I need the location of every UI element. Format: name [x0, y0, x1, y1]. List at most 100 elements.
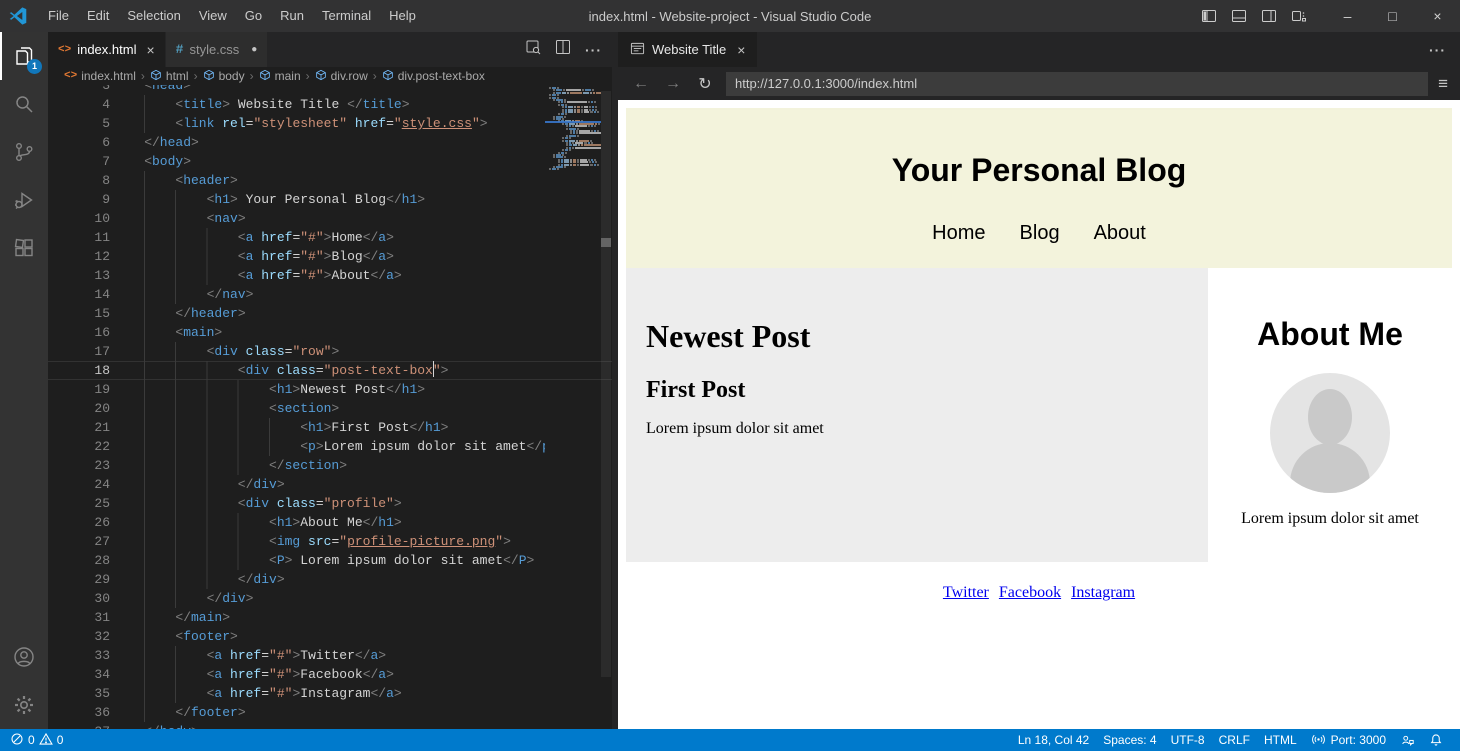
- split-editor-icon[interactable]: [555, 39, 571, 60]
- code-line[interactable]: 20<section>: [48, 399, 612, 418]
- tab-style-css[interactable]: # style.css ●: [166, 32, 269, 67]
- code-line[interactable]: 11<a href="#">Home</a>: [48, 228, 612, 247]
- tab-index-html[interactable]: <> index.html ×: [48, 32, 166, 67]
- code-line[interactable]: 14</nav>: [48, 285, 612, 304]
- feedback-icon[interactable]: [1393, 733, 1422, 747]
- code-line[interactable]: 32<footer>: [48, 627, 612, 646]
- code-line[interactable]: 22<p>Lorem ipsum dolor sit amet</p>: [48, 437, 612, 456]
- code-line[interactable]: 21<h1>First Post</h1>: [48, 418, 612, 437]
- code-line[interactable]: 4<title> Website Title </title>: [48, 95, 612, 114]
- code-line[interactable]: 24</div>: [48, 475, 612, 494]
- site-nav-link-home[interactable]: Home: [932, 222, 985, 244]
- settings-gear-icon[interactable]: [0, 681, 48, 729]
- url-input[interactable]: http://127.0.0.1:3000/index.html: [726, 72, 1428, 96]
- code-line[interactable]: 17<div class="row">: [48, 342, 612, 361]
- footer-link-facebook[interactable]: Facebook: [999, 584, 1061, 601]
- code-line[interactable]: 34<a href="#">Facebook</a>: [48, 665, 612, 684]
- menu-go[interactable]: Go: [236, 0, 271, 32]
- code-line[interactable]: 30</div>: [48, 589, 612, 608]
- code-line[interactable]: 29</div>: [48, 570, 612, 589]
- code-line[interactable]: 26<h1>About Me</h1>: [48, 513, 612, 532]
- source-control-icon[interactable]: [0, 128, 48, 176]
- code-line[interactable]: 23</section>: [48, 456, 612, 475]
- code-line[interactable]: 5<link rel="stylesheet" href="style.css"…: [48, 114, 612, 133]
- close-window-icon[interactable]: ×: [1415, 0, 1460, 32]
- menu-selection[interactable]: Selection: [118, 0, 189, 32]
- code-line[interactable]: 16<main>: [48, 323, 612, 342]
- code-line[interactable]: 19<h1>Newest Post</h1>: [48, 380, 612, 399]
- problems-status[interactable]: 0 0: [10, 732, 63, 749]
- code-line[interactable]: 3<head>: [48, 85, 612, 95]
- about-heading: About Me: [1208, 316, 1452, 353]
- code-line[interactable]: 7<body>: [48, 152, 612, 171]
- eol-sequence[interactable]: CRLF: [1212, 733, 1257, 747]
- code-editor[interactable]: 3<head>4<title> Website Title </title>5<…: [48, 85, 612, 729]
- code-line[interactable]: 15</header>: [48, 304, 612, 323]
- live-server-port[interactable]: Port: 3000: [1304, 732, 1393, 749]
- search-icon[interactable]: [0, 80, 48, 128]
- breadcrumb-item-div-row[interactable]: div.row: [315, 69, 368, 84]
- close-tab-icon[interactable]: ×: [737, 42, 745, 58]
- code-line[interactable]: 25<div class="profile">: [48, 494, 612, 513]
- code-line[interactable]: 36</footer>: [48, 703, 612, 722]
- breadcrumb-item-index-html[interactable]: <>index.html: [64, 69, 136, 83]
- code-line[interactable]: 6</head>: [48, 133, 612, 152]
- minimap[interactable]: [545, 87, 601, 171]
- back-icon[interactable]: ←: [630, 75, 652, 93]
- toggle-sidebar-icon[interactable]: [1201, 8, 1217, 24]
- menu-terminal[interactable]: Terminal: [313, 0, 380, 32]
- code-line[interactable]: 8<header>: [48, 171, 612, 190]
- forward-icon[interactable]: →: [662, 75, 684, 93]
- extensions-icon[interactable]: [0, 224, 48, 272]
- tab-website-title[interactable]: Website Title ×: [618, 32, 757, 67]
- site-nav-link-blog[interactable]: Blog: [1020, 222, 1060, 244]
- explorer-icon[interactable]: 1: [0, 32, 48, 80]
- code-line[interactable]: 37</body>: [48, 722, 612, 729]
- breadcrumb-label: index.html: [81, 69, 136, 83]
- broadcast-icon: [1311, 732, 1326, 749]
- code-line[interactable]: 28<P> Lorem ipsum dolor sit amet</P>: [48, 551, 612, 570]
- code-line[interactable]: 31</main>: [48, 608, 612, 627]
- minimize-icon[interactable]: –: [1325, 0, 1370, 32]
- menu-view[interactable]: View: [190, 0, 236, 32]
- modified-dot-icon[interactable]: ●: [251, 44, 257, 55]
- code-line[interactable]: 9<h1> Your Personal Blog</h1>: [48, 190, 612, 209]
- more-actions-icon[interactable]: ···: [585, 42, 602, 58]
- code-line[interactable]: 13<a href="#">About</a>: [48, 266, 612, 285]
- breadcrumb-item-main[interactable]: main: [259, 69, 301, 84]
- footer-link-twitter[interactable]: Twitter: [943, 584, 989, 601]
- accounts-icon[interactable]: [0, 633, 48, 681]
- cursor-position[interactable]: Ln 18, Col 42: [1011, 733, 1096, 747]
- breadcrumb-item-body[interactable]: body: [203, 69, 245, 84]
- code-line[interactable]: 27<img src="profile-picture.png">: [48, 532, 612, 551]
- code-line[interactable]: 12<a href="#">Blog</a>: [48, 247, 612, 266]
- indentation[interactable]: Spaces: 4: [1096, 733, 1163, 747]
- menu-edit[interactable]: Edit: [78, 0, 118, 32]
- scrollbar-handle[interactable]: [601, 91, 611, 677]
- code-line[interactable]: 33<a href="#">Twitter</a>: [48, 646, 612, 665]
- toggle-panel-icon[interactable]: [1231, 8, 1247, 24]
- close-tab-icon[interactable]: ×: [146, 42, 154, 58]
- language-mode[interactable]: HTML: [1257, 733, 1304, 747]
- editor-scrollbar[interactable]: [600, 85, 612, 729]
- preview-more-actions-icon[interactable]: ···: [1429, 42, 1446, 58]
- footer-link-instagram[interactable]: Instagram: [1071, 584, 1135, 601]
- open-preview-icon[interactable]: [525, 39, 541, 60]
- customize-layout-icon[interactable]: [1291, 8, 1307, 24]
- breadcrumb-item-div-post-text-box[interactable]: div.post-text-box: [382, 69, 485, 84]
- toggle-secondary-sidebar-icon[interactable]: [1261, 8, 1277, 24]
- site-nav-link-about[interactable]: About: [1094, 222, 1146, 244]
- reload-icon[interactable]: ↻: [694, 74, 716, 94]
- code-line[interactable]: 35<a href="#">Instagram</a>: [48, 684, 612, 703]
- menu-file[interactable]: File: [39, 0, 78, 32]
- browser-menu-icon[interactable]: ≡: [1438, 74, 1448, 94]
- run-debug-icon[interactable]: [0, 176, 48, 224]
- maximize-icon[interactable]: □: [1370, 0, 1415, 32]
- menu-help[interactable]: Help: [380, 0, 425, 32]
- code-line[interactable]: 10<nav>: [48, 209, 612, 228]
- encoding[interactable]: UTF-8: [1164, 733, 1212, 747]
- notifications-bell-icon[interactable]: [1422, 733, 1450, 747]
- breadcrumb-item-html[interactable]: html: [150, 69, 189, 84]
- code-line[interactable]: 18<div class="post-text-box">: [48, 361, 612, 380]
- menu-run[interactable]: Run: [271, 0, 313, 32]
